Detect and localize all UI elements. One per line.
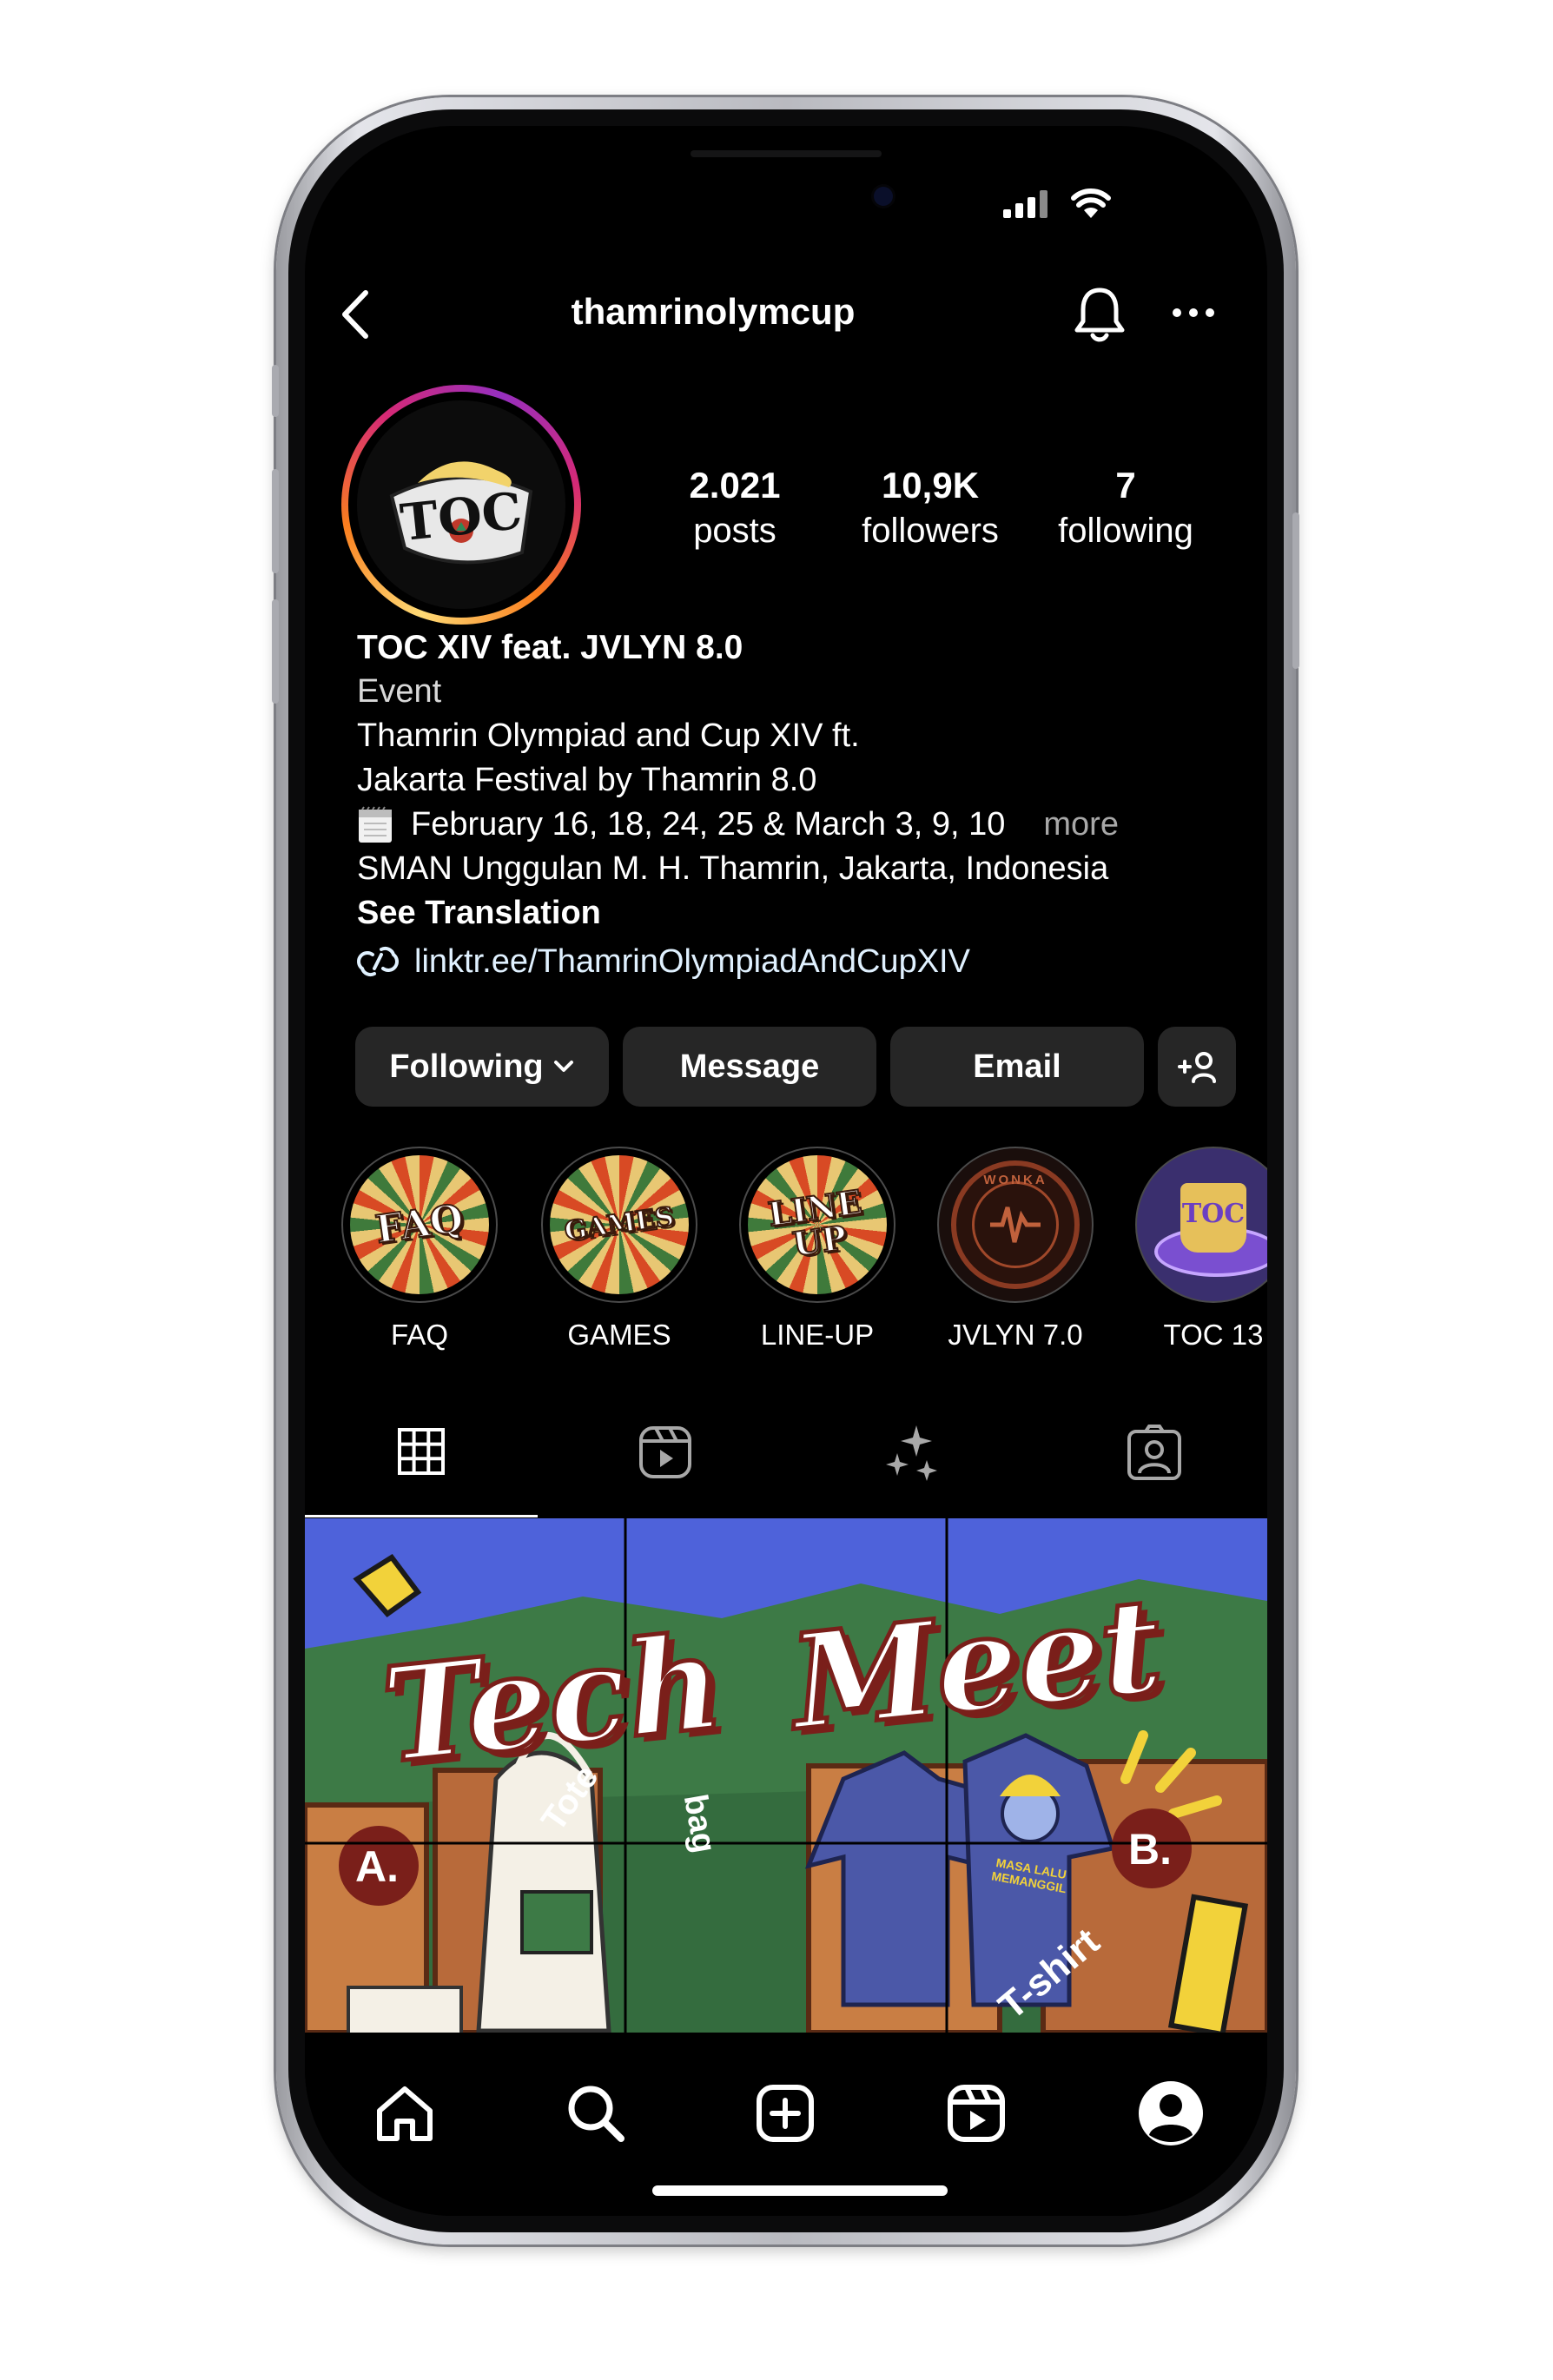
highlight-faq[interactable]: FAQ FAQ bbox=[341, 1147, 498, 1352]
create-icon[interactable] bbox=[755, 2083, 816, 2144]
posts-count: 2.021 bbox=[689, 465, 781, 506]
highlight-games-cover: GAMES bbox=[541, 1147, 697, 1303]
followers-stat[interactable]: 10,9K followers bbox=[843, 465, 1017, 551]
highlight-line-up-cover: LINE UP bbox=[739, 1147, 895, 1303]
front-camera bbox=[874, 187, 893, 206]
profile-link[interactable]: linktr.ee/ThamrinOlympiadAndCupXIV bbox=[355, 942, 970, 981]
profile-bio: TOC XIV feat. JVLYN 8.0 Event Thamrin Ol… bbox=[357, 625, 1226, 935]
volume-down-button bbox=[272, 599, 279, 704]
search-icon[interactable] bbox=[565, 2083, 626, 2144]
back-arrow-icon[interactable] bbox=[338, 289, 373, 340]
highlight-games-label: GAMES bbox=[567, 1319, 671, 1351]
wonka-emblem-icon bbox=[990, 1207, 1041, 1243]
highlight-jvlyn-label: JVLYN 7.0 bbox=[948, 1319, 1083, 1351]
home-indicator[interactable] bbox=[652, 2185, 948, 2196]
message-button[interactable]: Message bbox=[623, 1027, 876, 1107]
profile-link-text: linktr.ee/ThamrinOlympiadAndCupXIV bbox=[414, 942, 970, 980]
chevron-down-icon bbox=[553, 1061, 573, 1072]
message-button-label: Message bbox=[679, 1048, 820, 1085]
cellular-signal-icon bbox=[1003, 190, 1047, 218]
grid-icon[interactable] bbox=[397, 1427, 446, 1476]
email-button[interactable]: Email bbox=[890, 1027, 1144, 1107]
bio-line-3: February 16, 18, 24, 25 & March 3, 9, 10 bbox=[411, 806, 1006, 843]
wifi-icon bbox=[1071, 188, 1111, 218]
following-count: 7 bbox=[1115, 465, 1136, 506]
posts-label: posts bbox=[693, 512, 776, 550]
mute-switch bbox=[272, 365, 279, 417]
reels-icon[interactable] bbox=[946, 2083, 1007, 2144]
home-icon[interactable] bbox=[374, 2083, 435, 2144]
highlight-faq-label: FAQ bbox=[390, 1319, 449, 1351]
add-person-icon bbox=[1178, 1052, 1216, 1083]
volume-up-button bbox=[272, 469, 279, 573]
following-button-label: Following bbox=[389, 1048, 544, 1085]
bio-more-link[interactable]: more bbox=[1043, 803, 1119, 847]
highlight-line-up-label: LINE-UP bbox=[760, 1319, 875, 1351]
posts-stat[interactable]: 2.021 posts bbox=[652, 465, 817, 551]
more-options-icon[interactable] bbox=[1172, 304, 1215, 321]
active-tab-indicator bbox=[305, 1515, 538, 1517]
highlight-faq-cover: FAQ bbox=[341, 1147, 498, 1303]
profile-avatar: TOC bbox=[357, 400, 565, 609]
email-button-label: Email bbox=[973, 1048, 1061, 1085]
bio-line-4: SMAN Unggulan M. H. Thamrin, Jakarta, In… bbox=[357, 850, 1109, 887]
bio-line-2: Jakarta Festival by Thamrin 8.0 bbox=[357, 762, 817, 798]
calendar-icon bbox=[357, 805, 393, 844]
highlight-line-up[interactable]: LINE UP LINE-UP bbox=[739, 1147, 895, 1352]
option-b-marker: B. bbox=[1128, 1825, 1172, 1874]
bio-line-1: Thamrin Olympiad and Cup XIV ft. bbox=[357, 717, 860, 754]
power-button bbox=[1292, 512, 1299, 669]
highlight-toc13[interactable]: TOC TOC 13 bbox=[1135, 1147, 1267, 1352]
highlight-toc13-clip: TOC TOC 13 bbox=[1135, 1147, 1267, 1355]
app-screen: thamrinolymcup TOC 2.021 posts 10,9K fol… bbox=[305, 126, 1267, 2216]
profile-icon[interactable] bbox=[1135, 2078, 1206, 2149]
bottom-navigation bbox=[305, 2033, 1267, 2216]
sparkles-icon[interactable] bbox=[882, 1424, 942, 1484]
highlight-jvlyn-cover: WONKA bbox=[937, 1147, 1094, 1303]
option-a-marker: A. bbox=[355, 1842, 399, 1891]
highlight-jvlyn-art-text: WONKA bbox=[983, 1173, 1047, 1187]
profile-username: thamrinolymcup bbox=[571, 291, 856, 332]
see-translation-link[interactable]: See Translation bbox=[357, 891, 1226, 935]
highlight-toc13-label: TOC 13 bbox=[1163, 1319, 1264, 1351]
highlight-jvlyn[interactable]: WONKA JVLYN 7.0 bbox=[937, 1147, 1094, 1352]
highlight-games[interactable]: GAMES GAMES bbox=[541, 1147, 697, 1352]
tagged-icon[interactable] bbox=[1127, 1424, 1182, 1481]
highlight-toc13-art-text: TOC bbox=[1181, 1199, 1246, 1229]
suggested-people-button[interactable] bbox=[1158, 1027, 1236, 1107]
following-stat[interactable]: 7 following bbox=[1030, 465, 1221, 551]
followers-label: followers bbox=[862, 512, 999, 550]
reels-tab-icon[interactable] bbox=[638, 1425, 692, 1479]
profile-name: TOC XIV feat. JVLYN 8.0 bbox=[357, 629, 743, 666]
following-label: following bbox=[1058, 512, 1193, 550]
notification-bell-icon[interactable] bbox=[1073, 285, 1127, 344]
status-bar bbox=[1003, 188, 1111, 218]
followers-count: 10,9K bbox=[881, 465, 980, 506]
highlight-toc13-cover: TOC bbox=[1135, 1147, 1267, 1303]
link-icon bbox=[357, 946, 399, 977]
bio-dates-row: February 16, 18, 24, 25 & March 3, 9, 10… bbox=[357, 803, 1226, 847]
story-ring[interactable]: TOC bbox=[341, 385, 581, 625]
following-button[interactable]: Following bbox=[355, 1027, 609, 1107]
speaker-grille bbox=[691, 150, 882, 157]
post-grid[interactable]: Tech Meet A. B. Tote bag T-shirt MASA LA… bbox=[305, 1518, 1267, 2033]
profile-category: Event bbox=[357, 673, 442, 710]
